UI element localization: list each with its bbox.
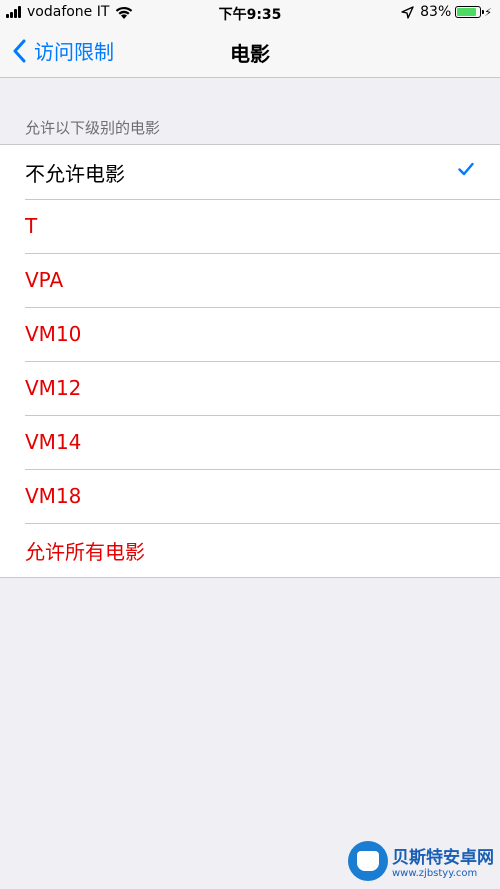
battery-icon — [455, 6, 485, 18]
location-arrow-icon — [401, 5, 414, 19]
watermark-logo-icon — [348, 841, 388, 881]
status-bar: vodafone IT 下午9:35 83% ⚡ — [0, 0, 500, 26]
status-right: 83% ⚡ — [401, 4, 492, 20]
rating-option-row[interactable]: VPA — [0, 253, 500, 307]
rating-option-label: VM18 — [25, 484, 82, 508]
battery-percent: 83% — [420, 4, 452, 20]
rating-option-row[interactable]: T — [0, 199, 500, 253]
watermark-url: www.zjbstyy.com — [392, 868, 478, 879]
rating-option-label: VM12 — [25, 376, 82, 400]
watermark: 贝斯特安卓网 www.zjbstyy.com — [348, 841, 494, 881]
rating-list: 不允许电影 T VPA VM10 VM12 VM14 VM18 允许所有电影 — [0, 144, 500, 578]
rating-option-row[interactable]: 不允许电影 — [0, 145, 500, 199]
watermark-title: 贝斯特安卓网 — [392, 848, 494, 868]
rating-option-label: 不允许电影 — [25, 161, 125, 186]
rating-option-row[interactable]: VM18 — [0, 469, 500, 523]
section-header: 允许以下级别的电影 — [25, 119, 161, 137]
battery-fill — [457, 8, 476, 16]
page-title: 电影 — [230, 42, 270, 66]
rating-option-label: 允许所有电影 — [25, 539, 145, 564]
rating-option-label: VM14 — [25, 430, 82, 454]
checkmark-icon — [458, 162, 474, 176]
rating-option-row[interactable]: VM14 — [0, 415, 500, 469]
rating-option-row[interactable]: VM12 — [0, 361, 500, 415]
watermark-text: 贝斯特安卓网 www.zjbstyy.com — [392, 843, 494, 879]
charging-bolt-icon: ⚡ — [484, 5, 492, 19]
navigation-bar: 访问限制 电影 — [0, 26, 500, 78]
rating-option-label: T — [25, 214, 38, 238]
rating-option-label: VPA — [25, 268, 64, 292]
rating-option-row[interactable]: VM10 — [0, 307, 500, 361]
rating-option-row[interactable]: 允许所有电影 — [0, 523, 500, 577]
rating-option-label: VM10 — [25, 322, 82, 346]
